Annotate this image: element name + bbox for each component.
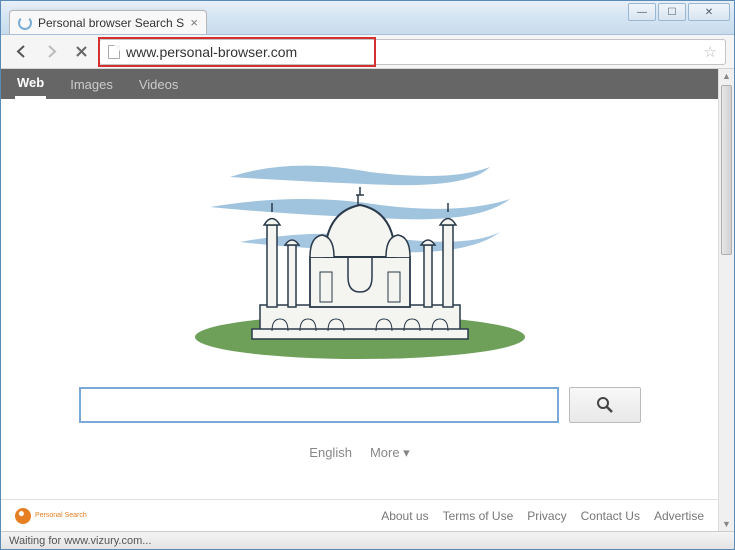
window-titlebar: Personal browser Search S × — ☐ ✕ [1,1,734,35]
forward-button[interactable] [39,40,63,64]
language-row: English More ▾ [1,445,718,461]
status-text: Waiting for www.vizury.com... [9,535,151,547]
vertical-scrollbar[interactable]: ▲ ▼ [718,69,734,531]
browser-tab[interactable]: Personal browser Search S × [9,10,207,34]
status-bar: Waiting for www.vizury.com... [1,531,734,549]
magnifier-icon [596,396,614,414]
scroll-up-icon[interactable]: ▲ [722,71,731,81]
scrollbar-thumb[interactable] [721,85,732,255]
scroll-down-icon[interactable]: ▼ [722,519,731,529]
page-area: Web Images Videos [1,69,718,531]
page-icon [108,45,120,59]
minimize-button[interactable]: — [628,3,656,21]
url-text: www.personal-browser.com [126,44,698,60]
maximize-button[interactable]: ☐ [658,3,686,21]
stop-button[interactable] [69,40,93,64]
address-bar[interactable]: www.personal-browser.com ☆ [99,39,726,65]
logo-icon [15,508,31,524]
nav-images[interactable]: Images [68,71,115,98]
loading-spinner-icon [18,16,32,30]
search-button[interactable] [569,387,641,423]
hero-image [1,117,718,377]
footer-links: About us Terms of Use Privacy Contact Us… [381,509,704,523]
content-area: Web Images Videos [1,69,734,531]
bookmark-star-icon[interactable]: ☆ [704,43,717,61]
search-category-nav: Web Images Videos [1,69,718,99]
footer-about[interactable]: About us [381,509,428,523]
footer-contact[interactable]: Contact Us [581,509,640,523]
footer-terms[interactable]: Terms of Use [443,509,514,523]
footer-privacy[interactable]: Privacy [527,509,566,523]
lang-more[interactable]: More ▾ [370,445,410,461]
tab-title: Personal browser Search S [38,16,184,30]
nav-videos[interactable]: Videos [137,71,181,98]
back-button[interactable] [9,40,33,64]
browser-toolbar: www.personal-browser.com ☆ [1,35,734,69]
search-row [1,387,718,423]
footer-advertise[interactable]: Advertise [654,509,704,523]
nav-web[interactable]: Web [15,69,46,99]
lang-english[interactable]: English [309,445,352,461]
tab-close-icon[interactable]: × [190,15,198,30]
window-controls: — ☐ ✕ [628,3,730,21]
taj-mahal-illustration [170,127,550,367]
close-button[interactable]: ✕ [688,3,730,21]
search-input[interactable] [79,387,559,423]
page-footer: Personal Search About us Terms of Use Pr… [1,499,718,531]
footer-logo[interactable]: Personal Search [15,508,87,524]
